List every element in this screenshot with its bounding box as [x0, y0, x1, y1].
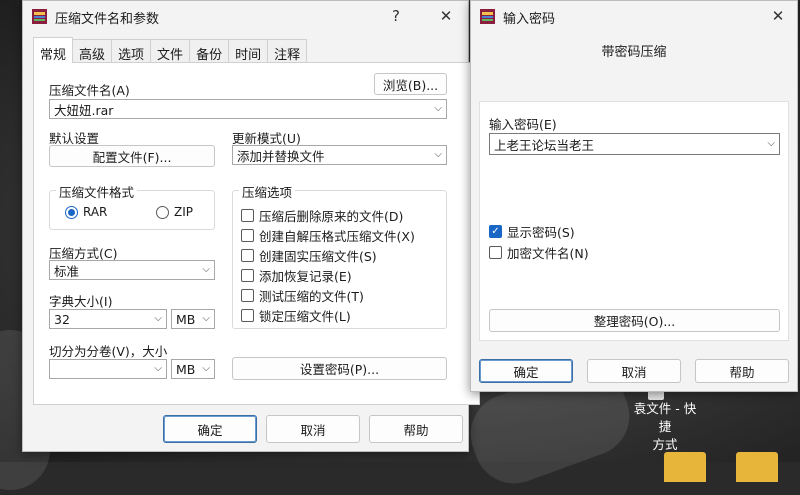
tab-files[interactable]: 文件 — [150, 39, 191, 63]
tab-general[interactable]: 常规 — [33, 37, 74, 63]
desktop-shortcut-label[interactable]: 袁文件 - 快捷 方式 — [628, 400, 702, 454]
cancel-button[interactable]: 取消 — [587, 359, 681, 383]
chevron-down-icon: ⌵ — [434, 148, 442, 160]
checkbox-icon — [241, 289, 254, 302]
general-tab-panel: 压缩文件名(A) 浏览(B)... 大妞妞.rar ⌵ 默认设置 配置文件(F)… — [33, 62, 480, 405]
archive-name-value: 大妞妞.rar — [54, 102, 114, 118]
enter-password-label: 输入密码(E) — [489, 117, 557, 132]
compression-options-group: 压缩选项 压缩后删除原来的文件(D) 创建自解压格式压缩文件(X) 创建固实压缩… — [232, 182, 447, 329]
ok-button[interactable]: 确定 — [479, 359, 573, 383]
dict-unit-combo[interactable]: MB ⌵ — [171, 309, 215, 329]
ok-button[interactable]: 确定 — [163, 415, 257, 443]
checkbox-icon — [241, 269, 254, 282]
password-dialog: 输入密码 ✕ 带密码压缩 输入密码(E) 上老王论坛当老王 ⌵ ✓ 显示密码(S… — [470, 0, 798, 392]
method-value: 标准 — [54, 263, 80, 279]
set-password-button[interactable]: 设置密码(P)... — [232, 357, 447, 380]
tab-time[interactable]: 时间 — [228, 39, 269, 63]
password-heading: 带密码压缩 — [601, 45, 667, 60]
format-group: 压缩文件格式 RAR ZIP — [49, 182, 215, 230]
chevron-down-icon: ⌵ — [434, 102, 442, 114]
archive-dialog-titlebar[interactable]: 压缩文件名和参数 ? ✕ — [23, 1, 468, 32]
format-zip-radio[interactable]: ZIP — [156, 205, 193, 219]
help-button[interactable]: 帮助 — [369, 415, 463, 443]
password-input[interactable]: 上老王论坛当老王 ⌵ — [489, 133, 780, 155]
password-panel: 输入密码(E) 上老王论坛当老王 ⌵ ✓ 显示密码(S) 加密文件名(N) 整理… — [479, 101, 789, 341]
checkbox-icon — [241, 209, 254, 222]
password-dialog-titlebar[interactable]: 输入密码 ✕ — [471, 1, 797, 32]
close-icon[interactable]: ✕ — [431, 4, 461, 28]
format-rar-radio[interactable]: RAR — [65, 205, 107, 219]
option-delete-after[interactable]: 压缩后删除原来的文件(D) — [241, 206, 403, 225]
split-unit-value: MB — [176, 361, 196, 377]
tab-options[interactable]: 选项 — [111, 39, 152, 63]
option-solid[interactable]: 创建固实压缩文件(S) — [241, 246, 377, 265]
checkbox-icon — [241, 229, 254, 242]
archive-dialog-title: 压缩文件名和参数 — [55, 12, 160, 27]
help-icon[interactable]: ? — [381, 4, 411, 28]
split-volumes-label: 切分为分卷(V)，大小 — [49, 344, 168, 359]
split-size-combo[interactable]: ⌵ — [49, 359, 167, 379]
checkbox-icon — [241, 309, 254, 322]
profiles-button[interactable]: 配置文件(F)... — [49, 145, 215, 167]
organize-passwords-button[interactable]: 整理密码(O)... — [489, 309, 780, 332]
tab-backup[interactable]: 备份 — [189, 39, 230, 63]
option-test-files[interactable]: 测试压缩的文件(T) — [241, 286, 364, 305]
archive-dialog: 压缩文件名和参数 ? ✕ 常规 高级 选项 文件 备份 时间 注释 压缩文件名(… — [22, 0, 480, 452]
password-dialog-title: 输入密码 — [503, 12, 556, 27]
show-password-checkbox[interactable]: ✓ 显示密码(S) — [489, 222, 575, 241]
dict-size-combo[interactable]: 32 ⌵ — [49, 309, 167, 329]
close-icon[interactable]: ✕ — [763, 4, 793, 28]
winrar-icon — [32, 9, 47, 24]
archive-name-combo[interactable]: 大妞妞.rar ⌵ — [49, 99, 447, 119]
checkbox-icon — [489, 246, 502, 259]
checkbox-checked-icon: ✓ — [489, 225, 502, 238]
chevron-down-icon: ⌵ — [202, 362, 210, 374]
tab-strip: 常规 高级 选项 文件 备份 时间 注释 — [33, 37, 308, 63]
encrypt-filenames-checkbox[interactable]: 加密文件名(N) — [489, 243, 589, 262]
chevron-down-icon: ⌵ — [202, 312, 210, 324]
radio-selected-icon — [65, 205, 78, 219]
chevron-down-icon: ⌵ — [202, 263, 210, 275]
method-combo[interactable]: 标准 ⌵ — [49, 260, 215, 280]
winrar-icon — [480, 9, 495, 24]
option-lock-archive[interactable]: 锁定压缩文件(L) — [241, 306, 351, 325]
format-group-label: 压缩文件格式 — [56, 182, 138, 201]
desktop-folder-icon[interactable] — [664, 452, 706, 482]
chevron-down-icon: ⌵ — [154, 312, 162, 324]
split-unit-combo[interactable]: MB ⌵ — [171, 359, 215, 379]
chevron-down-icon: ⌵ — [154, 362, 162, 374]
dict-size-label: 字典大小(I) — [49, 294, 113, 309]
chevron-down-icon: ⌵ — [767, 137, 775, 149]
archive-name-label: 压缩文件名(A) — [49, 83, 130, 98]
update-mode-combo[interactable]: 添加并替换文件 ⌵ — [232, 145, 447, 165]
tab-advanced[interactable]: 高级 — [72, 39, 113, 63]
tab-comment[interactable]: 注释 — [267, 39, 308, 63]
radio-unselected-icon — [156, 205, 169, 219]
desktop-folder-icon[interactable] — [736, 452, 778, 482]
dict-unit-value: MB — [176, 311, 196, 327]
browse-button[interactable]: 浏览(B)... — [374, 73, 447, 95]
update-mode-value: 添加并替换文件 — [237, 148, 325, 164]
options-group-label: 压缩选项 — [239, 182, 296, 201]
dict-size-value: 32 — [54, 311, 70, 327]
option-recovery-record[interactable]: 添加恢复记录(E) — [241, 266, 352, 285]
checkbox-icon — [241, 249, 254, 262]
cancel-button[interactable]: 取消 — [266, 415, 360, 443]
option-sfx[interactable]: 创建自解压格式压缩文件(X) — [241, 226, 415, 245]
help-button[interactable]: 帮助 — [695, 359, 789, 383]
password-value: 上老王论坛当老王 — [494, 137, 595, 153]
